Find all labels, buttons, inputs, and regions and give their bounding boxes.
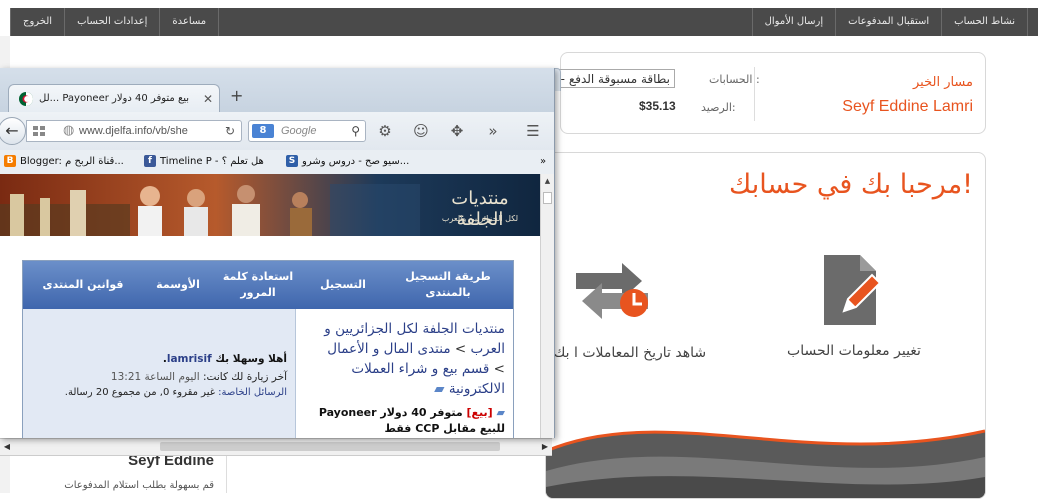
transaction-history-icon[interactable] — [572, 251, 652, 323]
forum-logo-subtitle: لكل الجزائريين والعرب — [441, 214, 519, 223]
thread-tag: [بيع] — [466, 406, 493, 419]
bookmark-item[interactable]: S سيو صح - دروس وشرو... — [286, 150, 409, 174]
search-icon[interactable]: ⚲ — [351, 121, 360, 141]
menu-badges[interactable]: الأوسمة — [143, 261, 213, 309]
top-navigation-bar: نشاط الحساب استقبال المدفوعات إرسال الأم… — [10, 8, 1038, 36]
last-visit: آخر زيارة لك كانت: اليوم الساعة 13:21 — [111, 371, 287, 383]
folder-icon: ▰ — [496, 406, 505, 419]
page-content: منتديات الجلفة لكل الجزائريين والعرب طري… — [0, 174, 540, 438]
balance-value: $35.13 — [639, 99, 676, 113]
breadcrumb: منتديات الجلفة لكل الجزائريين و العرب > … — [315, 319, 505, 399]
addon-icon[interactable]: ☺ — [412, 122, 430, 140]
breadcrumb-separator: > — [489, 361, 505, 377]
forum-menu-bar: طريقة التسجيل بالمنتدى التسجيل استعادة ك… — [23, 261, 513, 309]
tab-title: بيع متوفر 40 دولار Payoneer ...لل — [39, 93, 190, 104]
last-visit-label: آخر زيارة لك كانت: — [203, 371, 287, 383]
nav-account-settings[interactable]: إعدادات الحساب — [64, 8, 159, 36]
menu-recover-password[interactable]: استعادة كلمة المرور — [213, 261, 303, 309]
breadcrumb-separator: > — [450, 341, 467, 357]
scroll-thumb[interactable] — [160, 442, 500, 451]
username-link[interactable]: lamrisif — [167, 353, 212, 365]
menu-register[interactable]: التسجيل — [303, 261, 383, 309]
nav-account-activity[interactable]: نشاط الحساب — [941, 8, 1028, 36]
bookmarks-overflow-icon[interactable]: » — [540, 150, 546, 174]
last-visit-time: اليوم الساعة 13:21 — [110, 371, 200, 383]
overflow-chevron-icon[interactable]: » — [484, 122, 502, 140]
welcome-panel: مرحبا بك في حسابك! تغيير معلومات الحساب … — [545, 152, 986, 499]
bookmark-label: Timeline P - هل تعلم ؟ — [160, 156, 264, 167]
nav-send-money[interactable]: إرسال الأموال — [751, 8, 836, 36]
private-messages-count: غير مقروء 0, من مجموع 20 رسالة. — [64, 387, 215, 398]
bookmark-label: Blogger: قناة الربح م... — [20, 156, 124, 167]
page-horizontal-scrollbar[interactable]: ◀ ▶ — [0, 438, 552, 456]
nav-logout[interactable]: الخروج — [10, 8, 64, 36]
bookmarks-toolbar: B Blogger: قناة الربح م... f Timeline P - … — [0, 150, 554, 175]
sewo-icon: S — [286, 155, 298, 167]
forum-header-table: طريقة التسجيل بالمنتدى التسجيل استعادة ك… — [22, 260, 514, 438]
breadcrumb-section[interactable]: منتدى المال و الأعمال — [327, 341, 450, 357]
url-text[interactable]: www.djelfa.info/vb/she — [79, 121, 211, 141]
content-vertical-scrollbar[interactable]: ▲ — [540, 174, 554, 438]
blogger-icon: B — [4, 155, 16, 167]
search-engine-icon[interactable]: 8 — [252, 124, 274, 138]
account-summary-box: مسار الخير Seyf Eddine Lamri الحسابات : … — [443, 52, 986, 134]
account-greeting: مسار الخير — [913, 75, 973, 90]
algeria-flag-favicon-icon — [19, 92, 33, 106]
tab-close-icon[interactable]: ✕ — [203, 85, 213, 113]
breadcrumb-subsection[interactable]: قسم بيع و شراء العملات الالكترونية — [351, 361, 505, 397]
gear-icon[interactable]: ⚙ — [376, 122, 394, 140]
account-holder-name: Seyf Eddine Lamri — [842, 98, 973, 115]
decorative-wave — [546, 429, 985, 498]
accounts-label: الحسابات : — [709, 73, 760, 86]
bookmark-item[interactable]: B Blogger: قناة الربح م... — [4, 150, 124, 174]
reload-icon[interactable]: ↻ — [225, 121, 235, 141]
move-icon[interactable]: ✥ — [448, 122, 466, 140]
welcome-message: أهلا وسهلا بك lamrisif. — [162, 353, 287, 365]
facebook-icon: f — [144, 155, 156, 167]
scroll-up-arrow[interactable]: ▲ — [541, 174, 554, 188]
back-button[interactable]: ← — [0, 117, 26, 145]
welcome-title: مرحبا بك في حسابك! — [729, 169, 973, 200]
thread-title: ▰ [بيع] متوفر 40 دولار Payoneer للبيع مق… — [305, 405, 505, 437]
transaction-history-link[interactable]: شاهد تاريخ المعاملات ا بك — [546, 343, 714, 363]
scroll-thumb[interactable] — [543, 192, 552, 204]
tab-bar: بيع متوفر 40 دولار Payoneer ...لل ✕ + — [0, 68, 554, 112]
edit-account-link[interactable]: تغيير معلومات الحساب — [774, 343, 934, 359]
nav-help[interactable]: مساعدة — [159, 8, 220, 36]
new-tab-button[interactable]: + — [230, 86, 243, 106]
scroll-left-arrow[interactable]: ◀ — [0, 439, 14, 455]
scroll-right-arrow[interactable]: ▶ — [538, 439, 552, 455]
search-bar[interactable]: 8 Google ⚲ — [248, 120, 366, 142]
navigation-toolbar: ← ◍ www.djelfa.info/vb/she ↻ 8 Google ⚲ … — [0, 112, 554, 151]
firefox-window: بيع متوفر 40 دولار Payoneer ...لل ✕ + ← … — [0, 68, 555, 438]
private-messages-link[interactable]: الرسائل الخاصة: — [218, 387, 287, 398]
folder-icon: ▰ — [434, 381, 445, 397]
menu-registration-guide[interactable]: طريقة التسجيل بالمنتدى — [383, 261, 513, 309]
balance-label: الرصيد: — [701, 101, 736, 114]
search-placeholder: Google — [281, 125, 317, 137]
globe-icon: ◍ — [63, 123, 75, 138]
user-info-cell: أهلا وسهلا بك lamrisif. آخر زيارة لك كان… — [23, 309, 295, 438]
hamburger-menu-icon[interactable]: ☰ — [524, 122, 542, 140]
private-messages: الرسائل الخاصة: غير مقروء 0, من مجموع 20… — [65, 387, 287, 398]
forum-logo-text: منتديات الجلفة — [451, 188, 509, 230]
breadcrumb-cell: منتديات الجلفة لكل الجزائريين و العرب > … — [295, 309, 513, 438]
profile-description: قم بسهولة بطلب استلام المدفوعات — [64, 480, 214, 491]
browser-tab[interactable]: بيع متوفر 40 دولار Payoneer ...لل ✕ — [8, 84, 220, 112]
bookmark-item[interactable]: f Timeline P - هل تعلم ؟ — [144, 150, 264, 174]
nav-receive-payments[interactable]: استقبال المدفوعات — [835, 8, 941, 36]
menu-forum-rules[interactable]: قوانين المنتدى — [23, 261, 143, 309]
apps-grid-icon[interactable] — [33, 126, 45, 136]
url-bar[interactable]: ◍ www.djelfa.info/vb/she ↻ — [26, 120, 242, 142]
bookmark-label: سيو صح - دروس وشرو... — [302, 156, 410, 167]
welcome-prefix: أهلا وسهلا بك — [215, 353, 287, 365]
edit-document-icon[interactable] — [818, 251, 882, 329]
